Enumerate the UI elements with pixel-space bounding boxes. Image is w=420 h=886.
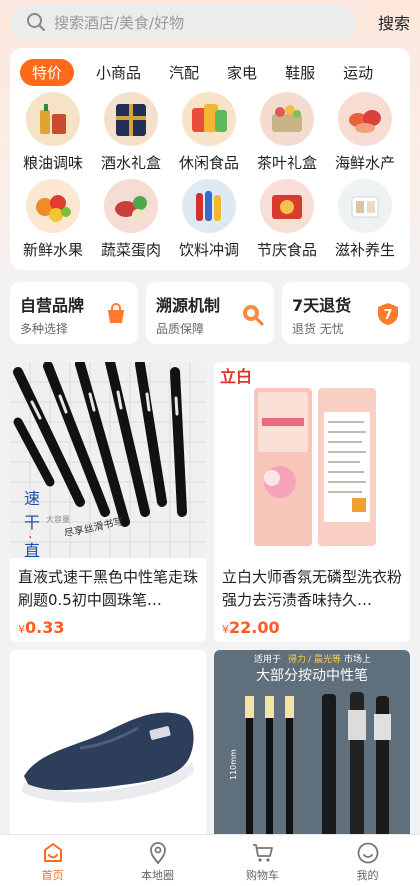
detergent-photo: 立白 — [214, 362, 410, 558]
feature-own-brand[interactable]: 自营品牌 多种选择 — [10, 282, 138, 344]
svg-text:7: 7 — [383, 308, 392, 323]
price-value: 0.33 — [25, 618, 65, 637]
category-tonic[interactable]: 滋补养生 — [326, 179, 404, 260]
tabbar-item-local[interactable]: 本地圈 — [105, 835, 210, 886]
tab-small-goods[interactable]: 小商品 — [96, 62, 141, 83]
category-label: 休闲食品 — [178, 154, 239, 172]
location-icon — [149, 842, 166, 865]
tabbar-item-cart[interactable]: 购物车 — [210, 835, 315, 886]
search-button[interactable]: 搜索 — [378, 10, 410, 34]
price-value: 22.00 — [229, 618, 280, 637]
image-text: 得力 — [288, 653, 306, 665]
magnifier-icon — [243, 305, 264, 326]
shield-seven-icon: 7 — [378, 303, 398, 325]
snack-icon — [182, 92, 236, 146]
tabbar-label: 购物车 — [246, 869, 279, 882]
profile-icon — [357, 842, 378, 864]
product-name: 立白大师香氛无磷型洗衣粉强力去污渍香味持久… — [222, 568, 403, 609]
image-text: 110mm — [229, 749, 238, 780]
product-price: ¥0.33 — [10, 612, 206, 637]
drink-icon — [182, 179, 236, 233]
tab-auto-parts[interactable]: 汽配 — [169, 62, 199, 83]
product-card[interactable]: 适用于 得力 / 晨光等 市场上 大部分按动中性笔 110mm — [214, 650, 410, 840]
category-snacks[interactable]: 休闲食品 — [170, 92, 248, 173]
image-text: 晨光等 — [314, 653, 341, 665]
shoe-photo — [10, 650, 206, 840]
gel-pen-refill-photo: 适用于 得力 / 晨光等 市场上 大部分按动中性笔 110mm — [214, 650, 410, 840]
tonic-icon — [338, 179, 392, 233]
feature-traceability[interactable]: 溯源机制 品质保障 — [146, 282, 274, 344]
category-grid: 粮油调味 酒水礼盒 休闲食品 茶叶礼盒 海鲜水产 新鲜水果 蔬菜蛋肉 饮料冲调 … — [10, 86, 410, 260]
tabbar-label: 首页 — [41, 869, 64, 882]
image-text: 大容量 — [46, 514, 70, 524]
category-label: 饮料冲调 — [178, 241, 239, 259]
cart-icon — [252, 844, 273, 862]
category-label: 茶叶礼盒 — [256, 154, 317, 172]
pens-photo: 速 干 · 直 大容量 尽享丝滑书写 — [10, 362, 206, 558]
category-grain-oil[interactable]: 粮油调味 — [14, 92, 92, 173]
category-drinks[interactable]: 饮料冲调 — [170, 179, 248, 260]
tab-sports[interactable]: 运动 — [343, 62, 373, 83]
category-label: 滋补养生 — [334, 241, 395, 259]
search-icon — [27, 13, 45, 31]
tea-gift-icon — [260, 92, 314, 146]
category-label: 酒水礼盒 — [100, 154, 161, 172]
bottom-tab-bar: 首页 本地圈 购物车 我的 — [0, 834, 420, 886]
search-placeholder: 搜索酒店/美食/好物 — [54, 13, 185, 32]
festival-food-icon — [260, 179, 314, 233]
liquor-gift-icon — [104, 92, 158, 146]
category-tabs: 特价 小商品 汽配 家电 鞋服 运动 — [10, 48, 410, 86]
grain-oil-icon — [26, 92, 80, 146]
image-text: 大部分按动中性笔 — [256, 668, 368, 684]
category-label: 蔬菜蛋肉 — [100, 241, 161, 259]
category-tea-gift[interactable]: 茶叶礼盒 — [248, 92, 326, 173]
tabbar-item-home[interactable]: 首页 — [0, 835, 105, 886]
tabbar-item-profile[interactable]: 我的 — [315, 835, 420, 886]
category-label: 节庆食品 — [256, 241, 317, 259]
feature-seven-day-return[interactable]: 7天退货 退货 无忧 7 — [282, 282, 410, 344]
currency-symbol: ¥ — [222, 623, 229, 636]
category-liquor-gift[interactable]: 酒水礼盒 — [92, 92, 170, 173]
home-icon — [43, 843, 62, 862]
category-card: 特价 小商品 汽配 家电 鞋服 运动 粮油调味 酒水礼盒 休闲食品 茶叶礼盒 海… — [10, 48, 410, 270]
tabbar-label: 本地圈 — [141, 869, 174, 882]
seafood-icon — [338, 92, 392, 146]
category-festival-food[interactable]: 节庆食品 — [248, 179, 326, 260]
product-card[interactable] — [10, 650, 206, 840]
fruit-icon — [26, 179, 80, 233]
vegetable-meat-icon — [104, 179, 158, 233]
image-text: 速 — [24, 489, 40, 508]
category-label: 粮油调味 — [22, 154, 83, 172]
image-text: 直 — [24, 541, 40, 558]
image-text: 立白 — [220, 367, 252, 386]
image-text: 市场上 — [344, 653, 371, 665]
tab-shoes-clothing[interactable]: 鞋服 — [285, 62, 315, 83]
search-input[interactable]: 搜索酒店/美食/好物 — [10, 4, 356, 40]
category-label: 新鲜水果 — [22, 241, 83, 259]
product-name: 直液式速干黑色中性笔走珠刷题0.5初中圆珠笔… — [18, 568, 199, 609]
product-price: ¥22.00 — [214, 612, 410, 637]
category-label: 海鲜水产 — [334, 154, 395, 172]
tabbar-label: 我的 — [356, 869, 379, 882]
category-seafood[interactable]: 海鲜水产 — [326, 92, 404, 173]
tab-special-price[interactable]: 特价 — [20, 58, 75, 86]
product-card[interactable]: 速 干 · 直 大容量 尽享丝滑书写 直液式速干黑色中性笔走珠刷题0.5初中圆珠… — [10, 362, 206, 642]
currency-symbol: ¥ — [18, 623, 25, 636]
category-vegetable-meat[interactable]: 蔬菜蛋肉 — [92, 179, 170, 260]
product-card[interactable]: 立白 立白大师香氛无磷型洗衣粉强力去污渍香味持久… ¥22.00 — [214, 362, 410, 642]
category-fresh-fruit[interactable]: 新鲜水果 — [14, 179, 92, 260]
bag-icon — [108, 303, 124, 323]
tab-appliances[interactable]: 家电 — [227, 62, 257, 83]
image-text: 适用于 — [254, 654, 281, 665]
